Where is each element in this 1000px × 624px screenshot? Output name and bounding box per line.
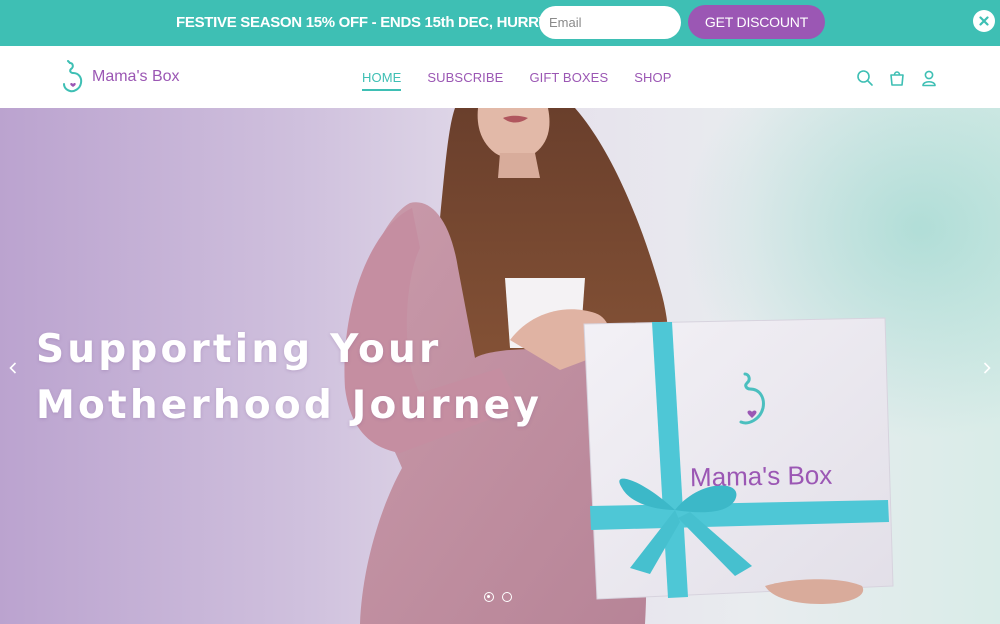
slider-dot-1[interactable] xyxy=(484,592,494,602)
nav-item-subscribe[interactable]: SUBSCRIBE xyxy=(427,70,503,91)
box-label: Mama's Box xyxy=(689,459,833,493)
hero-heading-line-2: Motherhood Journey xyxy=(36,383,543,428)
chevron-right-icon xyxy=(983,362,991,374)
promo-banner: FESTIVE SEASON 15% OFF - ENDS 15th DEC, … xyxy=(0,0,1000,46)
nav-item-home[interactable]: HOME xyxy=(362,70,402,91)
shopping-bag-icon[interactable] xyxy=(888,69,906,87)
nav-item-gift-boxes[interactable]: GIFT BOXES xyxy=(529,70,608,91)
get-discount-button[interactable]: GET DISCOUNT xyxy=(688,5,825,39)
user-icon[interactable] xyxy=(920,69,938,87)
logo-text: Mama's Box xyxy=(92,68,180,85)
main-navigation: Mama's Box HOME SUBSCRIBE GIFT BOXES SHO… xyxy=(0,46,1000,108)
logo-icon xyxy=(63,60,83,93)
nav-item-shop[interactable]: SHOP xyxy=(634,70,671,91)
hero-slider: Mama's Box Supporting Your Motherhood Jo… xyxy=(0,108,1000,624)
hero-heading: Supporting Your Motherhood Journey xyxy=(36,322,542,434)
slider-next-button[interactable] xyxy=(980,358,994,378)
promo-text: FESTIVE SEASON 15% OFF - ENDS 15th DEC, … xyxy=(176,14,577,31)
site-logo[interactable]: Mama's Box xyxy=(62,60,180,94)
close-icon[interactable] xyxy=(973,10,995,32)
hero-heading-line-1: Supporting Your xyxy=(36,327,442,372)
main-menu: HOME SUBSCRIBE GIFT BOXES SHOP xyxy=(362,70,697,91)
search-icon[interactable] xyxy=(856,69,874,87)
slider-pagination xyxy=(484,592,520,602)
slider-dot-2[interactable] xyxy=(502,592,512,602)
email-input[interactable] xyxy=(539,6,681,39)
slider-prev-button[interactable] xyxy=(6,358,20,378)
chevron-left-icon xyxy=(9,362,17,374)
